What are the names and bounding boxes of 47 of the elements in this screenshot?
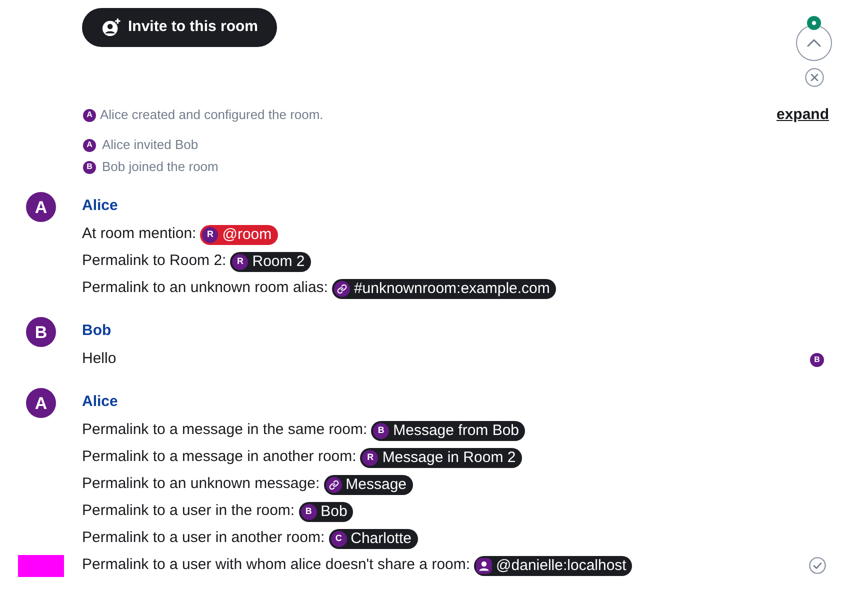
sender-avatar: A	[26, 192, 56, 222]
pill-avatar: B	[373, 422, 390, 438]
link-icon	[326, 476, 342, 492]
membership-event-text: Alice invited Bob	[102, 136, 198, 154]
message-text: Permalink to Room 2:	[82, 251, 226, 272]
sender-name[interactable]: Alice	[82, 195, 118, 218]
membership-event-text: Bob joined the room	[102, 158, 218, 176]
scroll-up-button[interactable]	[796, 25, 832, 61]
room-mention[interactable]: R @room	[200, 224, 278, 244]
read-receipt-avatar: B	[810, 352, 824, 366]
sender-avatar: B	[26, 317, 56, 347]
close-icon[interactable]	[804, 68, 824, 87]
sender-avatar: A	[26, 388, 56, 418]
pill-avatar: R	[202, 226, 218, 242]
expand-link[interactable]: expand	[776, 104, 829, 126]
member-avatar: A	[83, 108, 96, 122]
room-link[interactable]: R Room 2	[230, 252, 311, 272]
pill-avatar: R	[362, 450, 378, 466]
message-text: Permalink to a message in another room:	[82, 447, 356, 468]
message-text: Permalink to a user in another room:	[82, 528, 325, 548]
link-icon	[334, 280, 350, 296]
alias-link[interactable]: #unknownroom:example.com	[332, 278, 556, 298]
message-link[interactable]: B Message from Bob	[371, 420, 526, 440]
message-text: Permalink to an unknown message:	[82, 474, 320, 494]
message-link[interactable]: Message	[324, 474, 413, 494]
message-link[interactable]: R Message in Room 2	[360, 448, 522, 468]
user-mention[interactable]: B Bob	[298, 502, 354, 522]
pill-avatar: C	[330, 530, 347, 546]
person-icon	[476, 558, 492, 574]
user-mention[interactable]: @danielle:localhost	[474, 556, 632, 576]
message-text: At room mention:	[82, 224, 196, 244]
member-avatar: B	[83, 160, 96, 174]
message-text: Permalink to a message in the same room:	[82, 420, 368, 440]
user-mention[interactable]: C Charlotte	[328, 528, 418, 548]
pill-avatar: B	[300, 504, 317, 520]
message-text: Hello	[82, 349, 116, 370]
sender-name[interactable]: Alice	[82, 391, 118, 414]
message-text: Permalink to a user in the room:	[82, 501, 295, 522]
pill-avatar: R	[232, 254, 248, 270]
invite-button[interactable]: Invite to this room	[82, 8, 278, 47]
message-text: Permalink to an unknown room alias:	[82, 278, 328, 298]
member-avatar: A	[83, 138, 96, 152]
sender-name[interactable]: Bob	[82, 320, 112, 343]
message-text: Permalink to a user with whom alice doesn't share a room:	[82, 555, 470, 576]
add-person-icon	[102, 18, 121, 37]
summary-text: Alice created and configured the room.	[100, 106, 324, 124]
chevron-up-icon	[807, 39, 821, 47]
